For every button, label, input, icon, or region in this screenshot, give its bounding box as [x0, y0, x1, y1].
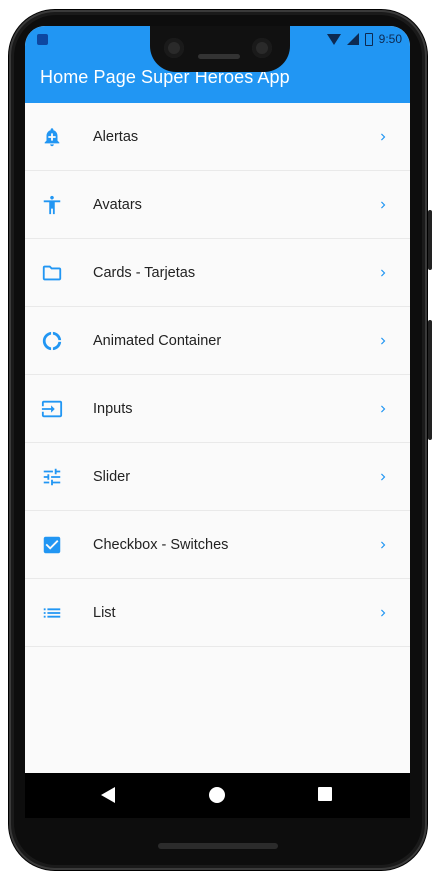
- speaker-grill: [198, 54, 240, 59]
- folder-icon: [40, 261, 64, 285]
- power-button: [428, 210, 432, 270]
- camera-icon: [164, 38, 184, 58]
- list-item-label: Avatars: [93, 196, 142, 213]
- list-item-inputs[interactable]: Inputs: [25, 375, 410, 443]
- list-item-label: List: [93, 604, 116, 621]
- list-item-avatars[interactable]: Avatars: [25, 171, 410, 239]
- list-item-slider[interactable]: Slider: [25, 443, 410, 511]
- chevron-right-icon: [376, 266, 390, 280]
- signal-icon: [346, 33, 359, 45]
- status-bar: 9:50: [326, 32, 402, 46]
- app-screen: 9:50 Home Page Super Heroes App Alertas …: [25, 26, 410, 818]
- chevron-right-icon: [376, 334, 390, 348]
- chevron-right-icon: [376, 470, 390, 484]
- list-item-label: Inputs: [93, 400, 133, 417]
- list-item-list[interactable]: List: [25, 579, 410, 647]
- chevron-right-icon: [376, 130, 390, 144]
- chevron-right-icon: [376, 538, 390, 552]
- status-time: 9:50: [378, 32, 402, 46]
- list-item-label: Animated Container: [93, 332, 222, 349]
- chevron-right-icon: [376, 606, 390, 620]
- list-item-label: Slider: [93, 468, 131, 485]
- bottom-speaker: [158, 843, 278, 849]
- check-box-icon: [40, 533, 64, 557]
- wifi-icon: [326, 33, 341, 45]
- donut-large-icon: [40, 329, 64, 353]
- list-item-animated-container[interactable]: Animated Container: [25, 307, 410, 375]
- system-navigation-bar: [25, 773, 410, 818]
- chevron-right-icon: [376, 198, 390, 212]
- home-icon[interactable]: [209, 787, 225, 803]
- chevron-right-icon: [376, 402, 390, 416]
- list-item-cards[interactable]: Cards - Tarjetas: [25, 239, 410, 307]
- camera-icon: [252, 38, 272, 58]
- list-item-alertas[interactable]: Alertas: [25, 103, 410, 171]
- camera-notch: [150, 26, 290, 72]
- list-item-label: Alertas: [93, 128, 139, 145]
- list-item-label: Checkbox - Switches: [93, 536, 229, 553]
- input-icon: [40, 397, 64, 421]
- notification-add-icon: [40, 125, 64, 149]
- list-icon: [40, 601, 64, 625]
- list-item-label: Cards - Tarjetas: [93, 264, 196, 281]
- volume-button: [428, 320, 432, 440]
- accessibility-icon: [40, 193, 64, 217]
- back-icon[interactable]: [101, 787, 115, 803]
- recents-icon[interactable]: [318, 787, 332, 801]
- menu-list: Alertas Avatars Cards - Tarjetas Animate…: [25, 103, 410, 647]
- tune-icon: [40, 465, 64, 489]
- battery-icon: [364, 32, 373, 46]
- notification-icon: [37, 34, 48, 45]
- list-item-checkbox-switches[interactable]: Checkbox - Switches: [25, 511, 410, 579]
